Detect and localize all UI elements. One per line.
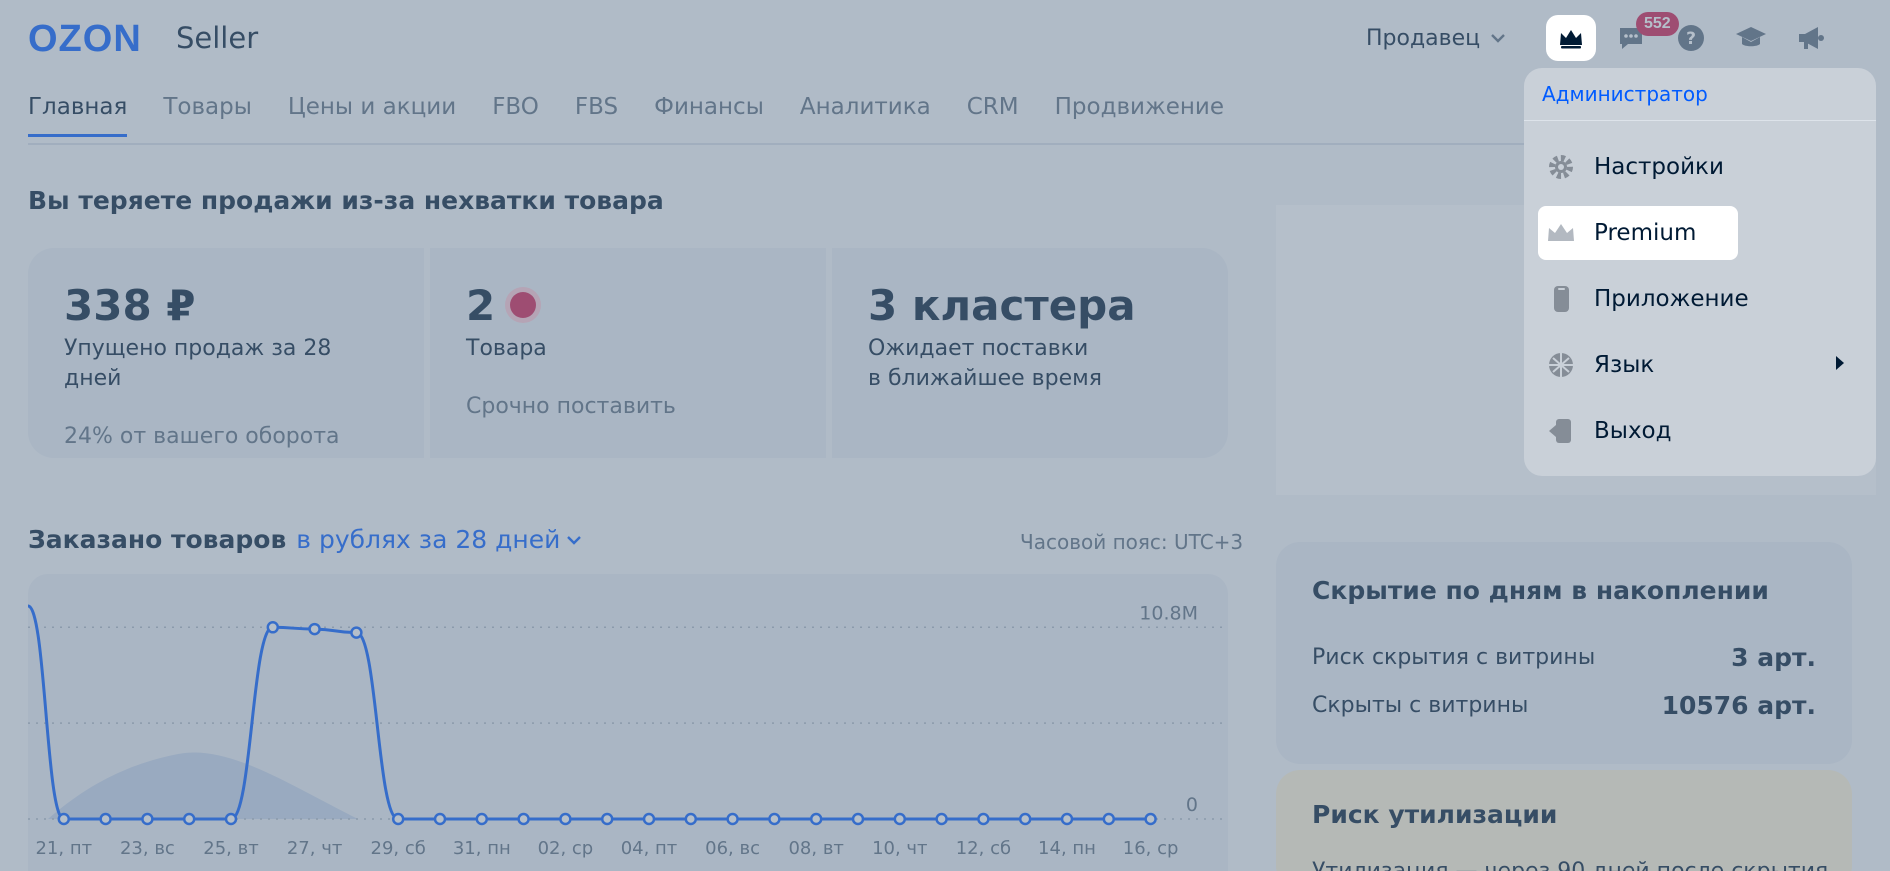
menu-role-label: Администратор bbox=[1542, 82, 1708, 106]
menu-item-logout-label: Выход bbox=[1594, 418, 1672, 444]
premium-crown-button[interactable] bbox=[1546, 15, 1596, 61]
crown-icon bbox=[1548, 224, 1574, 241]
menu-item-language[interactable]: Язык bbox=[1538, 338, 1738, 392]
menu-item-settings-label: Настройки bbox=[1594, 154, 1724, 180]
globe-icon bbox=[1549, 353, 1573, 377]
menu-item-premium[interactable]: Premium bbox=[1538, 206, 1738, 260]
menu-item-logout[interactable]: Выход bbox=[1538, 404, 1738, 458]
gear-icon bbox=[1549, 155, 1573, 179]
menu-item-premium-label: Premium bbox=[1594, 220, 1697, 246]
menu-divider bbox=[1524, 120, 1876, 121]
crown-icon bbox=[1560, 30, 1582, 49]
menu-item-language-label: Язык bbox=[1594, 352, 1655, 378]
menu-item-settings[interactable]: Настройки bbox=[1538, 140, 1738, 194]
menu-item-app[interactable]: Приложение bbox=[1538, 272, 1749, 326]
logout-icon bbox=[1549, 419, 1571, 443]
menu-item-app-label: Приложение bbox=[1594, 286, 1749, 312]
submenu-arrow-icon bbox=[1836, 356, 1844, 370]
phone-icon bbox=[1554, 286, 1569, 312]
